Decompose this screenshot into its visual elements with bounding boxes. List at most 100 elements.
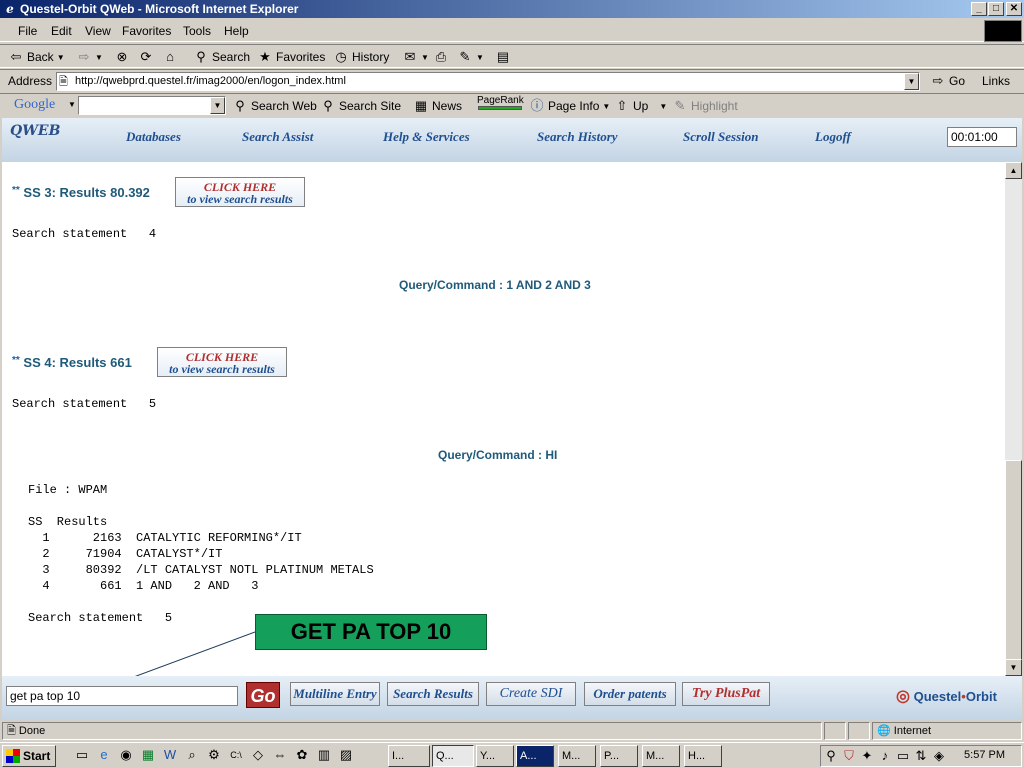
- task-button[interactable]: A...: [516, 745, 554, 767]
- task-button[interactable]: M...: [558, 745, 596, 767]
- search-results-button[interactable]: Search Results: [387, 682, 479, 706]
- go-button[interactable]: ⇨ Go: [930, 73, 965, 89]
- stop-button[interactable]: ⊗: [114, 49, 130, 65]
- outlook-icon[interactable]: ◉: [118, 747, 134, 763]
- command-prompt-icon[interactable]: C:\: [228, 747, 244, 763]
- chevron-down-icon[interactable]: ▼: [68, 100, 76, 109]
- ss4-query: Query/Command : HI: [438, 448, 558, 462]
- search-button[interactable]: ⚲ Search: [193, 49, 250, 65]
- history-row: 3 80392 /LT CATALYST NOTL PLATINUM METAL…: [28, 563, 374, 577]
- scroll-thumb[interactable]: [1005, 460, 1022, 660]
- ss3-view-results-button[interactable]: CLICK HERE to view search results: [175, 177, 305, 207]
- menu-view[interactable]: View: [85, 24, 111, 38]
- up-button[interactable]: ⇧ Up ▼: [614, 98, 668, 114]
- volume-icon[interactable]: ♪: [877, 748, 893, 764]
- task-button[interactable]: H...: [684, 745, 722, 767]
- task-button[interactable]: P...: [600, 745, 638, 767]
- app-icon[interactable]: ◇: [250, 747, 266, 763]
- ie-quicklaunch-icon[interactable]: e: [96, 747, 112, 763]
- close-button[interactable]: ✕: [1006, 2, 1022, 16]
- scroll-up-arrow-icon[interactable]: ▲: [1005, 162, 1022, 179]
- news-button[interactable]: ▦ News: [413, 98, 462, 114]
- address-input[interactable]: 🗎 http://qwebprd.questel.fr/imag2000/en/…: [56, 72, 920, 91]
- command-go-button[interactable]: Go: [246, 682, 280, 708]
- favorites-button[interactable]: ★ Favorites: [257, 49, 325, 65]
- tray-search-icon[interactable]: ⚲: [823, 748, 839, 764]
- globe-icon: 🌐: [877, 725, 891, 737]
- create-sdi-button[interactable]: Create SDI: [486, 682, 576, 706]
- network-icon[interactable]: ⇔: [272, 747, 288, 763]
- history-button[interactable]: ◷ History: [333, 49, 389, 65]
- command-input[interactable]: get pa top 10: [6, 686, 238, 706]
- menu-file[interactable]: File: [18, 24, 37, 38]
- ss4-view-results-button[interactable]: CLICK HERE to view search results: [157, 347, 287, 377]
- excel-icon[interactable]: ▦: [140, 747, 156, 763]
- app-icon[interactable]: ▨: [338, 747, 354, 763]
- edit-button[interactable]: ✎ ▼: [457, 49, 484, 65]
- task-button[interactable]: I...: [388, 745, 430, 767]
- qweb-logo[interactable]: QWEB: [10, 123, 60, 139]
- menu-help[interactable]: Help: [224, 24, 249, 38]
- maximize-button[interactable]: □: [988, 2, 1004, 16]
- chevron-down-icon[interactable]: ▼: [210, 97, 225, 114]
- search-site-button[interactable]: ⚲ Search Site: [320, 98, 401, 114]
- nav-scroll-session[interactable]: Scroll Session: [683, 129, 759, 145]
- home-button[interactable]: ⌂: [162, 49, 178, 65]
- tray-monitor-icon[interactable]: ▭: [895, 748, 911, 764]
- history-header: SS Results: [28, 515, 108, 529]
- app-icon[interactable]: ▥: [316, 747, 332, 763]
- tray-app-icon[interactable]: ✦: [859, 748, 875, 764]
- settings-icon[interactable]: ⚙: [206, 747, 222, 763]
- nav-search-assist[interactable]: Search Assist: [242, 129, 313, 145]
- nav-search-history[interactable]: Search History: [537, 129, 618, 145]
- google-search-input[interactable]: ▼: [78, 96, 226, 115]
- tray-network-icon[interactable]: ⇅: [913, 748, 929, 764]
- vertical-scrollbar[interactable]: ▲ ▼: [1005, 162, 1022, 676]
- tray-app-icon[interactable]: ◈: [931, 748, 947, 764]
- refresh-button[interactable]: ⟳: [138, 49, 154, 65]
- chevron-down-icon[interactable]: ▼: [904, 73, 919, 90]
- nav-logoff[interactable]: Logoff: [815, 129, 851, 145]
- task-button-active[interactable]: Q...: [432, 745, 474, 767]
- google-toolbar: Google ▼ ▼ ⚲ Search Web ⚲ Search Site ▦ New…: [0, 93, 1024, 117]
- windows-flag-icon: [6, 749, 20, 763]
- page-info-button[interactable]: ⓘ Page Info ▼: [529, 98, 610, 114]
- order-patents-button[interactable]: Order patents: [584, 682, 676, 706]
- word-icon[interactable]: W: [162, 747, 178, 763]
- bullet-icon: **: [12, 185, 20, 196]
- highlight-button[interactable]: ✎ Highlight: [672, 98, 738, 114]
- google-logo[interactable]: Google: [14, 97, 55, 113]
- nav-databases[interactable]: Databases: [126, 129, 181, 145]
- explorer-icon[interactable]: ⌕: [184, 747, 200, 763]
- start-button[interactable]: Start: [2, 745, 56, 767]
- links-button[interactable]: Links: [982, 74, 1010, 88]
- multiline-entry-button[interactable]: Multiline Entry: [290, 682, 380, 706]
- ss4-statement: Search statement 5: [12, 397, 157, 411]
- nav-help-services[interactable]: Help & Services: [383, 129, 470, 145]
- show-desktop-icon[interactable]: ▭: [74, 747, 90, 763]
- task-button[interactable]: M...: [642, 745, 680, 767]
- back-button[interactable]: ⇦ Back ▼: [8, 49, 65, 65]
- menu-tools[interactable]: Tools: [183, 24, 211, 38]
- tray-shield-icon[interactable]: ⛉: [841, 748, 857, 764]
- scroll-down-arrow-icon[interactable]: ▼: [1005, 659, 1022, 676]
- search-web-button[interactable]: ⚲ Search Web: [232, 98, 317, 114]
- print-button[interactable]: ⎙: [433, 49, 449, 65]
- forward-arrow-icon: ⇨: [78, 49, 90, 64]
- menu-edit[interactable]: Edit: [51, 24, 72, 38]
- try-pluspat-button[interactable]: Try PlusPat: [682, 682, 770, 706]
- app-icon[interactable]: ✿: [294, 747, 310, 763]
- bullet-icon: **: [12, 355, 20, 366]
- forward-button[interactable]: ⇨ ▼: [76, 49, 103, 65]
- minimize-button[interactable]: _: [971, 2, 987, 16]
- stop-icon: ⊗: [116, 49, 128, 64]
- status-text: 🗎 Done: [2, 722, 822, 740]
- ie-icon: e: [6, 2, 14, 16]
- discuss-button[interactable]: ▤: [495, 49, 511, 65]
- orbit-logo-icon: ◎: [896, 688, 910, 705]
- menu-favorites[interactable]: Favorites: [122, 24, 171, 38]
- task-button[interactable]: Y...: [476, 745, 514, 767]
- system-tray: ⚲ ⛉ ✦ ♪ ▭ ⇅ ◈ 5:57 PM: [820, 745, 1022, 767]
- mail-button[interactable]: ✉ ▼: [402, 49, 429, 65]
- home-icon: ⌂: [166, 49, 174, 64]
